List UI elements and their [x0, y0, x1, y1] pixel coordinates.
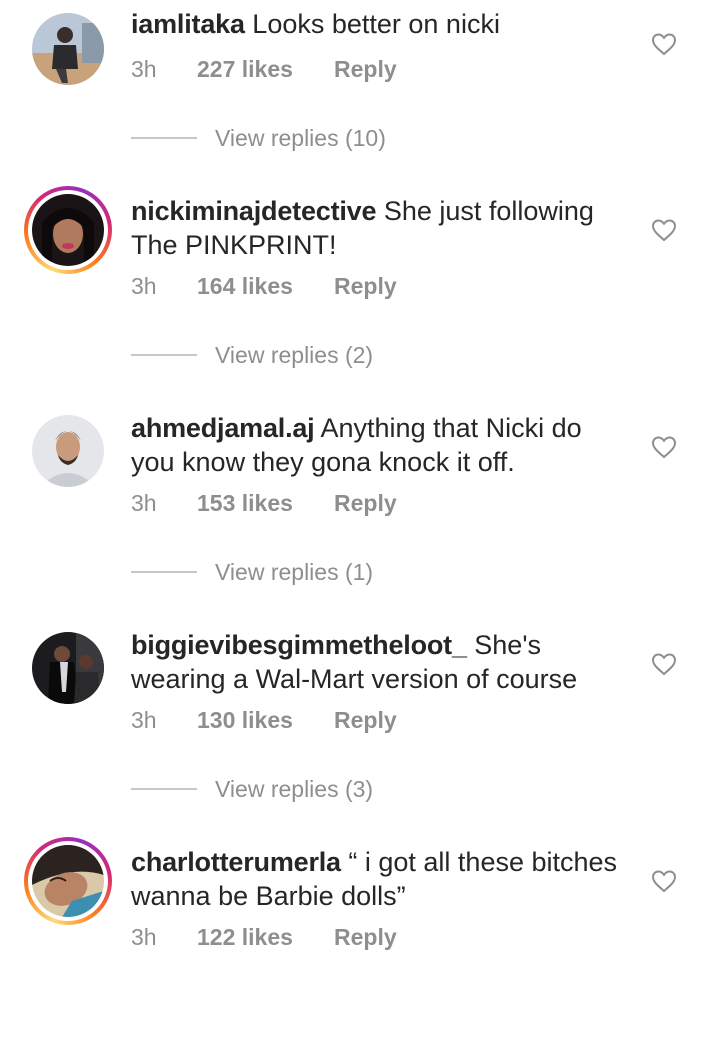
comment-item: biggievibesgimmetheloot_ She's wearing a… [0, 620, 720, 837]
reply-button[interactable]: Reply [334, 273, 397, 300]
avatar [32, 194, 104, 266]
comment-item: ahmedjamal.aj Anything that Nicki do you… [0, 403, 720, 620]
view-replies-button[interactable]: View replies (10) [131, 123, 386, 153]
reply-button[interactable]: Reply [334, 924, 397, 951]
heart-outline-icon[interactable] [651, 218, 677, 242]
comment-body: biggievibesgimmetheloot_ She's wearing a… [131, 628, 631, 696]
comment-text: Looks better on nicki [252, 9, 500, 39]
comment-time: 3h [131, 490, 157, 516]
comment-item: iamlitaka Looks better on nicki 3h 227 l… [0, 0, 720, 217]
avatar-story-ring[interactable] [24, 837, 112, 925]
comment-body: iamlitaka Looks better on nicki [131, 7, 631, 41]
comment-time: 3h [131, 273, 157, 299]
comment-meta: 3h 130 likes Reply [131, 707, 397, 734]
view-replies-line [131, 571, 197, 573]
comment-likes[interactable]: 122 likes [197, 924, 334, 951]
comment-item: charlotterumerla “ i got all these bitch… [0, 837, 720, 1054]
view-replies-line [131, 788, 197, 790]
comment-body: ahmedjamal.aj Anything that Nicki do you… [131, 411, 631, 479]
comment-body: charlotterumerla “ i got all these bitch… [131, 845, 631, 913]
comment-username[interactable]: ahmedjamal.aj [131, 413, 315, 443]
comment-likes[interactable]: 130 likes [197, 707, 334, 734]
view-replies-label: View replies (1) [215, 558, 374, 585]
comment-likes[interactable]: 164 likes [197, 273, 334, 300]
comment-meta: 3h 122 likes Reply [131, 924, 397, 951]
avatar [32, 845, 104, 917]
avatar[interactable] [32, 632, 104, 704]
avatar-story-ring[interactable] [24, 186, 112, 274]
comment-username[interactable]: iamlitaka [131, 9, 245, 39]
view-replies-label: View replies (10) [215, 124, 386, 151]
comment-username[interactable]: biggievibesgimmetheloot_ [131, 630, 467, 660]
comment-time: 3h [131, 707, 157, 733]
reply-button[interactable]: Reply [334, 56, 397, 83]
comment-username[interactable]: nickiminajdetective [131, 196, 377, 226]
view-replies-label: View replies (2) [215, 341, 374, 368]
view-replies-button[interactable]: View replies (3) [131, 774, 373, 804]
view-replies-line [131, 354, 197, 356]
comment-item: nickiminajdetective She just following T… [0, 186, 720, 403]
comment-body: nickiminajdetective She just following T… [131, 194, 631, 262]
comment-username[interactable]: charlotterumerla [131, 847, 341, 877]
heart-outline-icon[interactable] [651, 652, 677, 676]
comment-time: 3h [131, 924, 157, 950]
heart-outline-icon[interactable] [651, 869, 677, 893]
comment-likes[interactable]: 153 likes [197, 490, 334, 517]
reply-button[interactable]: Reply [334, 707, 397, 734]
comment-likes[interactable]: 227 likes [197, 56, 334, 83]
heart-outline-icon[interactable] [651, 32, 677, 56]
reply-button[interactable]: Reply [334, 490, 397, 517]
comment-meta: 3h 227 likes Reply [131, 56, 397, 83]
view-replies-line [131, 137, 197, 139]
avatar-ring-inner [28, 190, 108, 270]
avatar[interactable] [32, 13, 104, 85]
comment-meta: 3h 153 likes Reply [131, 490, 397, 517]
comment-time: 3h [131, 56, 157, 82]
heart-outline-icon[interactable] [651, 435, 677, 459]
view-replies-button[interactable]: View replies (1) [131, 557, 373, 587]
view-replies-label: View replies (3) [215, 775, 374, 802]
avatar[interactable] [32, 415, 104, 487]
comment-meta: 3h 164 likes Reply [131, 273, 397, 300]
view-replies-button[interactable]: View replies (2) [131, 340, 373, 370]
avatar-ring-inner [28, 841, 108, 921]
